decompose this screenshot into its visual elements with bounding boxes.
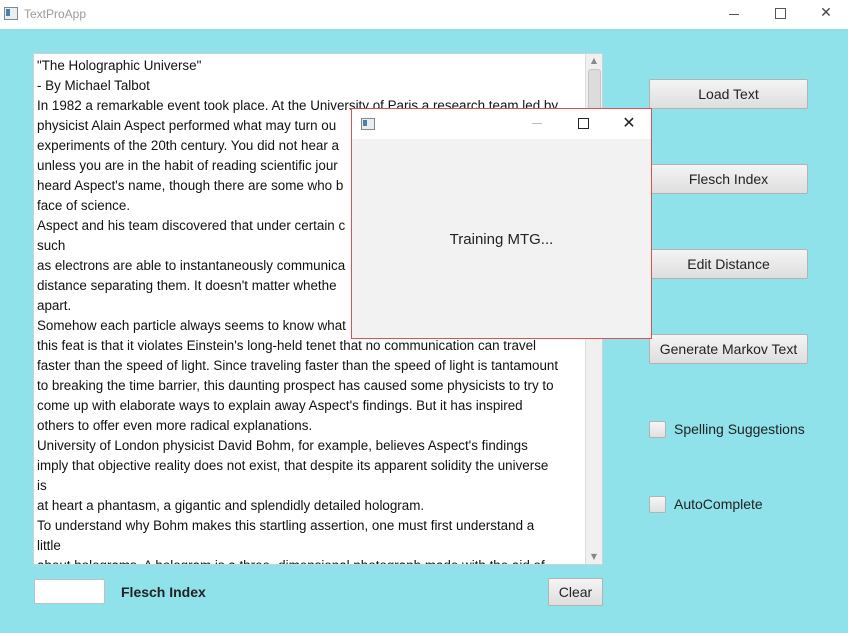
app-icon [4,7,18,20]
text-line: others to offer even more radical explan… [37,418,313,433]
flesch-index-label: Flesch Index [121,584,206,600]
text-line: this feat is that it violates Einstein's… [37,338,537,353]
dialog-maximize-icon[interactable] [578,118,589,129]
text-line: To understand why Bohm makes this startl… [37,518,535,533]
spelling-suggestions-checkbox[interactable]: Spelling Suggestions [649,419,805,439]
dialog-app-icon [361,118,375,130]
flesch-index-button[interactable]: Flesch Index [649,164,808,194]
generate-markov-text-button[interactable]: Generate Markov Text [649,334,808,364]
flesch-index-field[interactable] [34,579,105,604]
text-line: "The Holographic Universe" [37,58,202,73]
minimize-button[interactable] [711,0,757,29]
title-bar: TextProApp ✕ [0,0,848,29]
dialog-title-bar: ✕ [352,109,651,139]
text-line: imply that objective reality does not ex… [37,458,549,473]
training-dialog: ✕ Training MTG... [351,108,652,339]
text-line: to breaking the time barrier, this daunt… [37,378,554,393]
text-line: about holograms. A hologram is a three- … [37,556,582,564]
text-line: faster than the speed of light. Since tr… [37,358,559,373]
load-text-button[interactable]: Load Text [649,79,808,109]
maximize-button[interactable] [757,0,803,29]
dialog-message: Training MTG... [449,231,554,248]
window-title: TextProApp [24,7,87,21]
edit-distance-button[interactable]: Edit Distance [649,249,808,279]
scroll-down-icon[interactable]: ▼ [586,550,602,564]
clear-button[interactable]: Clear [548,578,603,606]
text-line: University of London physicist David Boh… [37,438,528,453]
minimize-icon [729,14,739,15]
text-line: is [37,478,47,493]
text-line: - By Michael Talbot [37,78,150,93]
autocomplete-checkbox[interactable]: AutoComplete [649,494,763,514]
autocomplete-checkbox-box[interactable] [649,495,666,513]
text-line: little [37,538,61,553]
close-button[interactable]: ✕ [803,0,848,29]
text-line: come up with elaborate ways to explain a… [37,398,523,413]
dialog-minimize-icon [532,123,542,124]
maximize-icon [775,8,786,19]
text-line: at heart a phantasm, a gigantic and sple… [37,498,425,513]
scroll-up-icon[interactable]: ▲ [586,54,602,68]
spelling-suggestions-label: Spelling Suggestions [674,421,805,437]
spelling-suggestions-checkbox-box[interactable] [649,420,666,438]
autocomplete-label: AutoComplete [674,496,763,512]
dialog-close-icon[interactable]: ✕ [619,113,639,133]
close-icon: ✕ [820,5,832,21]
